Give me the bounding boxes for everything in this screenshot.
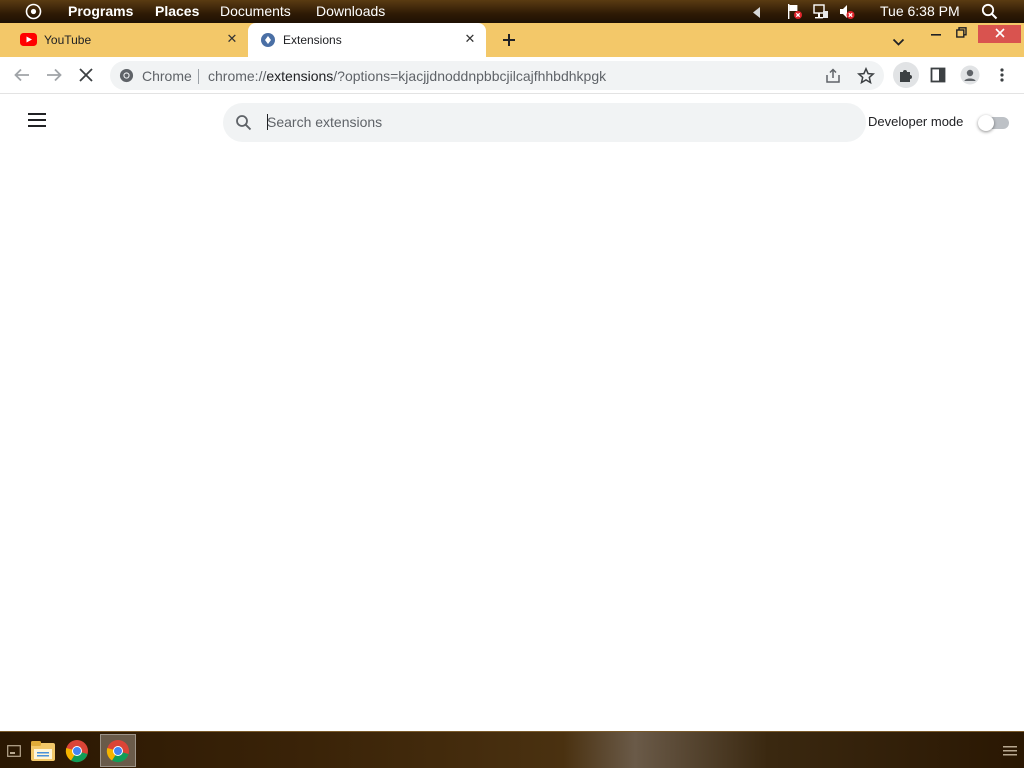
url-host: extensions	[266, 68, 334, 84]
menu-downloads[interactable]: Downloads	[316, 3, 385, 19]
tab-title: YouTube	[44, 33, 92, 47]
url-path: /?options=kjacjjdnoddnpbbcjilcajfhhbdhkp…	[333, 68, 607, 84]
extensions-puzzle-icon[interactable]	[893, 62, 919, 88]
url-text[interactable]: chrome://extensions/?options=kjacjjdnodd…	[208, 68, 606, 84]
minimize-window-icon[interactable]	[926, 25, 946, 43]
network-icon[interactable]	[812, 3, 829, 23]
search-extensions-box[interactable]	[223, 103, 866, 142]
search-icon[interactable]	[981, 3, 998, 23]
developer-mode-label: Developer mode	[868, 114, 964, 129]
omnibox-divider	[198, 69, 199, 84]
flag-x-icon[interactable]	[786, 3, 803, 23]
tab-title: Extensions	[283, 33, 342, 47]
bookmark-star-icon[interactable]	[856, 66, 876, 90]
volume-muted-icon[interactable]	[838, 3, 855, 23]
toggle-knob	[978, 115, 994, 131]
window-list-icon[interactable]	[1000, 734, 1020, 767]
back-icon[interactable]	[10, 63, 34, 87]
forward-icon[interactable]	[42, 63, 66, 87]
side-panel-icon[interactable]	[926, 63, 950, 87]
more-vert-icon[interactable]	[990, 63, 1014, 87]
file-manager-icon[interactable]	[28, 734, 58, 767]
tab-strip: YouTube ✕ Extensions ✕	[0, 23, 1024, 57]
developer-mode-toggle[interactable]	[978, 115, 1010, 131]
chrome-icon[interactable]	[100, 734, 136, 767]
stop-loading-icon[interactable]	[74, 63, 98, 87]
show-desktop-icon[interactable]	[4, 734, 24, 767]
top-panel: Programs Places Documents Downloads Tue …	[0, 0, 1024, 23]
hamburger-menu-icon[interactable]	[28, 113, 46, 132]
extensions-content-area	[0, 149, 1024, 731]
tab-search-chevron-down-icon[interactable]	[892, 34, 905, 52]
tab-extensions[interactable]: Extensions ✕	[248, 23, 486, 57]
new-tab-icon[interactable]	[500, 31, 518, 54]
youtube-icon	[20, 33, 37, 49]
text-caret	[267, 114, 268, 130]
chrome-icon	[119, 68, 134, 88]
clock[interactable]: Tue 6:38 PM	[880, 3, 960, 19]
search-icon	[235, 114, 252, 136]
menu-documents[interactable]: Documents	[220, 3, 291, 19]
menu-places[interactable]: Places	[155, 3, 199, 19]
close-window-icon[interactable]	[978, 25, 1021, 43]
url-scheme: chrome://	[208, 68, 267, 84]
search-extensions-input[interactable]	[267, 112, 827, 132]
close-tab-icon[interactable]: ✕	[462, 31, 478, 47]
tab-youtube[interactable]: YouTube ✕	[8, 23, 246, 57]
chrome-icon[interactable]	[62, 734, 92, 767]
close-tab-icon[interactable]: ✕	[224, 31, 240, 47]
extensions-puzzle-icon	[260, 32, 276, 51]
taskbar	[0, 731, 1024, 768]
omnibox[interactable]: Chrome chrome://extensions/?options=kjac…	[110, 61, 884, 90]
share-icon[interactable]	[824, 67, 842, 90]
extensions-header: Developer mode	[0, 95, 1024, 149]
profile-icon[interactable]	[958, 63, 982, 87]
browser-toolbar: Chrome chrome://extensions/?options=kjac…	[0, 57, 1024, 94]
tray-collapse-icon[interactable]	[753, 5, 761, 21]
menu-programs[interactable]: Programs	[68, 3, 133, 19]
restore-window-icon[interactable]	[950, 25, 972, 43]
app-menu-icon[interactable]	[25, 3, 42, 23]
omnibox-site-chip: Chrome	[142, 68, 192, 84]
